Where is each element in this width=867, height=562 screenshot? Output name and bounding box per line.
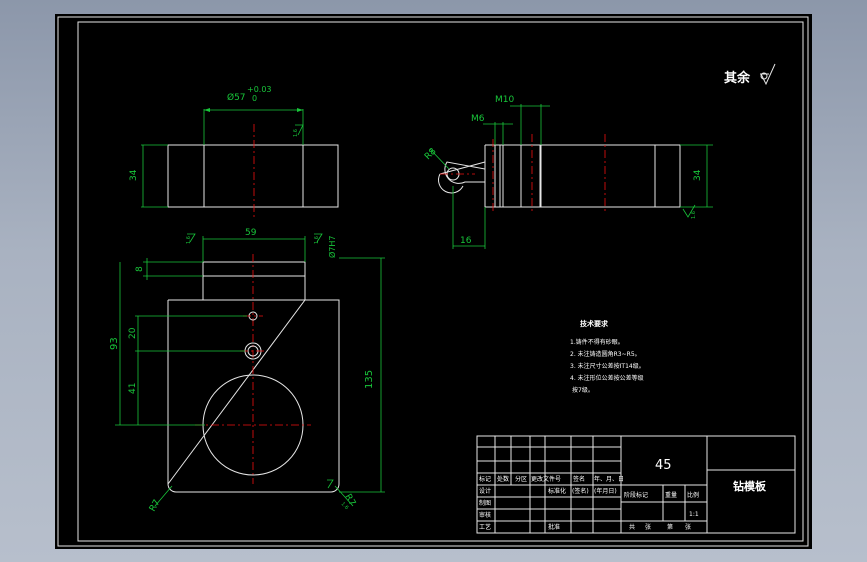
- roughness-top-left: 1.6: [293, 129, 299, 137]
- scale-value: 1:1: [689, 511, 699, 518]
- m6-dim: M6: [471, 114, 485, 124]
- tb-sign: 签名: [573, 475, 585, 483]
- tb-approve: 批准: [548, 523, 560, 531]
- drawing-sheet: 其余 Ø57 +0.03 0 34 1.6 M10 M6 R8 16 34 1.…: [55, 14, 812, 549]
- dim-93: 93: [109, 337, 120, 350]
- height-dim-right: 34: [693, 169, 703, 181]
- dim-16: 16: [460, 236, 472, 246]
- bore-tol-upper: +0.03: [247, 85, 272, 94]
- r7-left-dim: R7: [148, 498, 163, 513]
- top-right-view: M10 M6 R8 16 34 1.6: [423, 95, 713, 249]
- height-dim-left: 34: [129, 169, 139, 181]
- tb-sheets: 张: [645, 523, 651, 531]
- roughness-front-a: 1.6: [314, 236, 320, 244]
- r8-dim: R8: [423, 146, 439, 162]
- material-label: 45: [655, 458, 672, 473]
- dim-41: 41: [128, 383, 138, 394]
- part-name: 钻模板: [733, 479, 767, 493]
- outer-frame: [57, 16, 809, 547]
- dim-135: 135: [364, 370, 375, 389]
- tb-mark: 标记: [479, 475, 491, 483]
- tb-ratio: 比例: [687, 491, 699, 499]
- tb-page-unit: 张: [685, 523, 691, 531]
- top-left-view: Ø57 +0.03 0 34 1.6: [129, 85, 339, 219]
- m10-dim: M10: [495, 95, 514, 105]
- tb-craft: 工艺: [479, 523, 491, 531]
- tb-sign2: (签名): [572, 487, 589, 495]
- bore-diameter-dim: Ø57: [227, 92, 246, 103]
- roughness-front-b: 1.6: [186, 236, 192, 244]
- technical-requirements: 技术要求 1.铸件不得有砂眼。 2. 未注铸造圆角R3~R5。 3. 未注尺寸公…: [570, 319, 645, 394]
- tech-req-item: 1.铸件不得有砂眼。: [570, 338, 624, 346]
- tech-req-item: 2. 未注铸造圆角R3~R5。: [570, 350, 641, 358]
- surface-note: 其余: [724, 70, 751, 86]
- tb-check: 审核: [479, 511, 491, 519]
- tb-design: 设计: [479, 487, 491, 495]
- tech-req-item: 4. 未注形位公差按公差等级: [570, 374, 644, 382]
- dim-8: 8: [135, 266, 145, 272]
- inner-frame: [77, 21, 804, 542]
- tb-page: 第: [667, 523, 673, 531]
- fit-dim: Ø7H7: [327, 236, 337, 259]
- tech-req-item: 3. 未注尺寸公差按IT14级。: [570, 362, 645, 370]
- tb-zone: 分区: [515, 475, 527, 483]
- title-block: 45 钻模板 1:1 标记 处数 分区 更改文件号 签名 年、月、日 设计 标准…: [476, 435, 796, 534]
- tb-count: 处数: [497, 475, 509, 483]
- tech-req-title: 技术要求: [580, 319, 609, 328]
- tb-stage-mark: 阶段标记: [624, 491, 648, 499]
- tb-std: 标准化: [548, 487, 566, 495]
- tb-total: 共: [629, 523, 635, 531]
- tb-draw: 制图: [479, 499, 491, 507]
- roughness-top-right: 1.6: [691, 211, 697, 219]
- bore-tol-lower: 0: [252, 94, 257, 103]
- tech-req-item: 按7级。: [572, 386, 594, 394]
- tb-doc-no: 更改文件号: [531, 475, 561, 483]
- tb-date2: (年月日): [594, 487, 617, 495]
- dim-20: 20: [128, 327, 138, 339]
- cad-drawing: 其余 Ø57 +0.03 0 34 1.6 M10 M6 R8 16 34 1.…: [57, 16, 809, 547]
- tb-date: 年、月、日: [594, 475, 624, 483]
- front-view: 59 Ø7H7 1.6 1.6 8 93 20 41 135 R7 R7 1.6: [109, 228, 385, 514]
- width-59-dim: 59: [245, 228, 257, 238]
- tb-weight: 重量: [665, 491, 677, 499]
